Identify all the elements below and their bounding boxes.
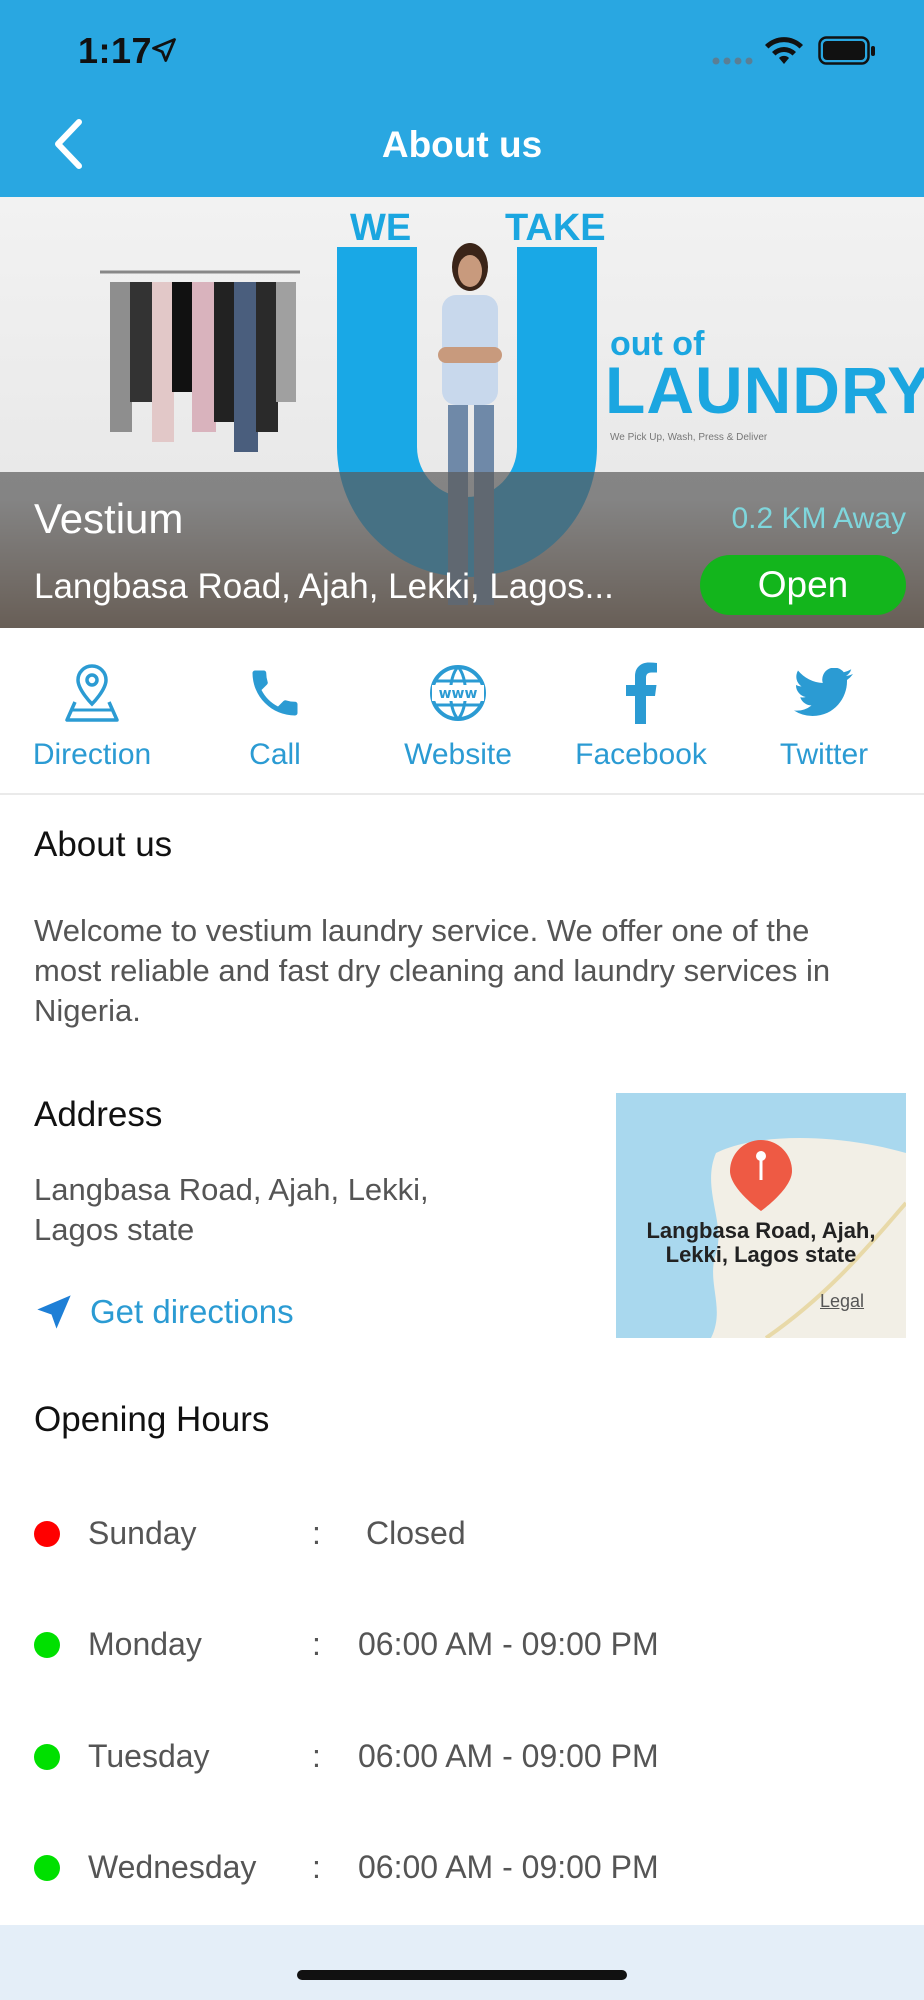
hours-separator: : xyxy=(312,1515,321,1551)
hero-banner: WE TAKE out of LAUNDRY We Pick Up, Wash,… xyxy=(0,197,924,628)
home-indicator[interactable] xyxy=(297,1970,627,1980)
distance-label: 0.2 KM Away xyxy=(731,502,906,535)
twitter-icon xyxy=(732,658,916,728)
banner-take: TAKE xyxy=(505,207,606,249)
open-status-badge: Open xyxy=(700,555,906,615)
status-time: 1:17 xyxy=(78,30,153,71)
hours-row-wednesday: Wednesday : 06:00 AM - 09:00 PM xyxy=(0,1839,924,1899)
banner-we: WE xyxy=(350,207,412,249)
navigation-arrow-icon xyxy=(37,1295,71,1329)
facebook-label: Facebook xyxy=(575,738,707,771)
hours-value: Closed xyxy=(366,1515,466,1551)
twitter-label: Twitter xyxy=(779,738,869,771)
business-name: Vestium xyxy=(34,495,184,542)
twitter-button[interactable]: Twitter xyxy=(732,628,916,793)
address-map[interactable]: Langbasa Road, Ajah, Lekki, Lagos state … xyxy=(616,1093,906,1338)
about-text: Welcome to vestium laundry service. We o… xyxy=(34,913,831,1028)
open-status-dot xyxy=(34,1632,60,1658)
hero-address: Langbasa Road, Ajah, Lekki, Lagos... xyxy=(34,567,614,606)
get-directions-label: Get directions xyxy=(90,1293,294,1330)
call-label: Call xyxy=(249,738,301,771)
location-arrow-icon xyxy=(152,38,176,62)
globe-www-icon: www xyxy=(366,658,550,728)
banner-tagline: We Pick Up, Wash, Press & Deliver xyxy=(610,432,768,443)
map-pin-icon xyxy=(0,658,184,728)
clothes-rack-image xyxy=(100,270,300,452)
open-status-dot xyxy=(34,1744,60,1770)
hours-row-sunday: Sunday : Closed xyxy=(0,1505,924,1565)
hours-value: 06:00 AM - 09:00 PM xyxy=(358,1849,659,1885)
page-title: About us xyxy=(381,124,543,165)
bottom-safe-area xyxy=(0,1925,924,2000)
hours-separator: : xyxy=(312,1738,321,1774)
action-bar: Direction Call www Website Facebook Twit… xyxy=(0,628,924,795)
get-directions-link[interactable]: Get directions xyxy=(34,1292,294,1332)
hours-day: Tuesday xyxy=(88,1738,210,1774)
open-status-dot xyxy=(34,1855,60,1881)
svg-text:www: www xyxy=(439,686,478,702)
phone-icon xyxy=(183,658,367,728)
wifi-icon xyxy=(765,37,803,64)
facebook-icon xyxy=(549,658,733,728)
facebook-button[interactable]: Facebook xyxy=(549,628,733,793)
address-heading: Address xyxy=(34,1095,163,1134)
direction-button[interactable]: Direction xyxy=(0,628,184,793)
website-label: Website xyxy=(404,738,512,771)
map-label: Langbasa Road, Ajah, Lekki, Lagos state xyxy=(646,1218,876,1267)
direction-label: Direction xyxy=(32,738,152,771)
hours-row-tuesday: Tuesday : 06:00 AM - 09:00 PM xyxy=(0,1728,924,1788)
hours-day: Monday xyxy=(88,1626,202,1662)
hours-day: Wednesday xyxy=(88,1849,257,1885)
map-pin-marker-icon xyxy=(730,1140,792,1211)
hours-separator: : xyxy=(312,1849,321,1885)
hours-value: 06:00 AM - 09:00 PM xyxy=(358,1738,659,1774)
address-text: Langbasa Road, Ajah, Lekki, Lagos state xyxy=(34,1172,429,1247)
call-button[interactable]: Call xyxy=(183,628,367,793)
banner-laundry: LAUNDRY xyxy=(605,353,924,427)
website-button[interactable]: www Website xyxy=(366,628,550,793)
signal-icon xyxy=(712,57,753,65)
hours-separator: : xyxy=(312,1626,321,1662)
opening-hours-heading: Opening Hours xyxy=(34,1400,270,1439)
hours-day: Sunday xyxy=(88,1515,197,1551)
hours-row-monday: Monday : 06:00 AM - 09:00 PM xyxy=(0,1616,924,1676)
about-heading: About us xyxy=(34,825,173,864)
battery-icon xyxy=(818,36,875,65)
map-legal-link[interactable]: Legal xyxy=(820,1291,864,1312)
hours-value: 06:00 AM - 09:00 PM xyxy=(358,1626,659,1662)
closed-status-dot xyxy=(34,1521,60,1547)
